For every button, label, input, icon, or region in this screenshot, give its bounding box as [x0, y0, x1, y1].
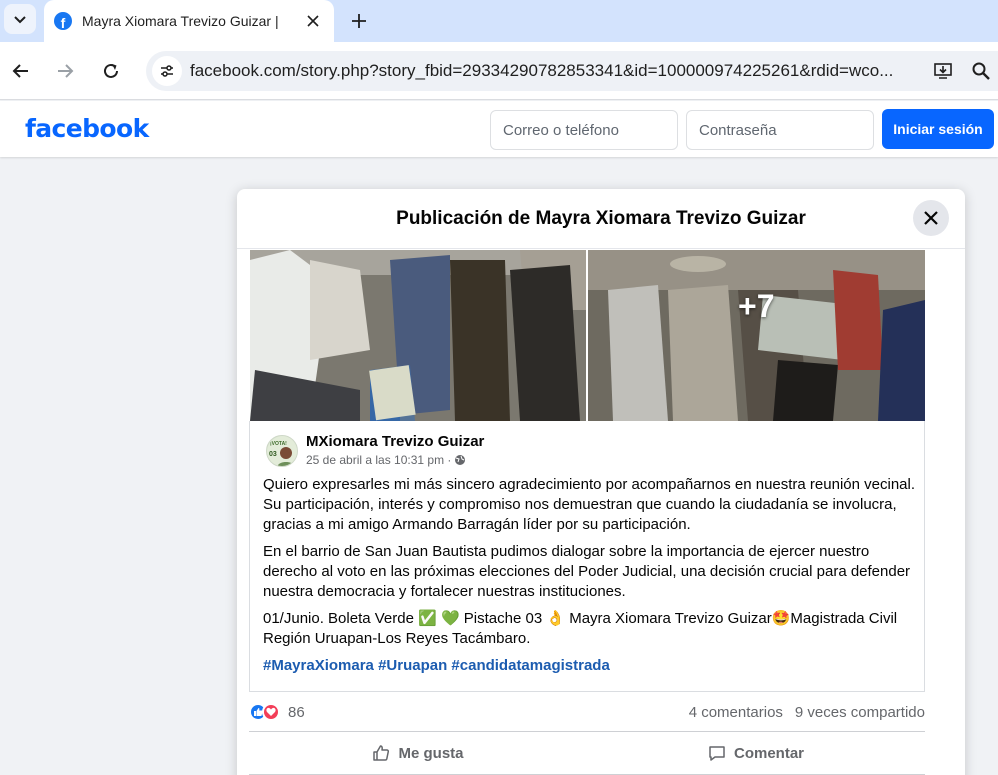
tab-title: Mayra Xiomara Trevizo Guizar |	[82, 13, 279, 29]
post-paragraph: Quiero expresarles mi más sincero agrade…	[263, 476, 916, 533]
post-photo-more[interactable]: +7	[588, 250, 925, 421]
address-bar[interactable]: facebook.com/story.php?story_fbid=293342…	[146, 51, 998, 91]
modal-title: Publicación de Mayra Xiomara Trevizo Gui…	[396, 207, 806, 229]
comment-icon	[709, 746, 725, 761]
tab-close-icon[interactable]	[304, 12, 322, 30]
install-app-icon[interactable]	[928, 56, 958, 86]
comment-button[interactable]: Comentar	[587, 732, 925, 774]
email-field[interactable]	[490, 110, 678, 150]
post-text: Quiero expresarles mi más sincero agrade…	[263, 475, 918, 683]
post-author-row: ¡VOTA! 03 MXiomara Trevizo Guizar 25 de …	[266, 433, 484, 467]
back-button[interactable]	[6, 56, 36, 86]
post-paragraph: 01/Junio. Boleta Verde ✅ 💚 Pistache 03 👌…	[263, 610, 898, 647]
author-name[interactable]: MXiomara Trevizo Guizar	[306, 433, 484, 450]
more-photos-count: +7	[738, 288, 775, 324]
avatar[interactable]: ¡VOTA! 03	[266, 435, 298, 467]
shares-count[interactable]: 9 veces compartido	[795, 704, 925, 721]
login-button[interactable]: Iniciar sesión	[882, 109, 994, 149]
post-timestamp: 25 de abril a las 10:31 pm ·	[306, 453, 484, 467]
thumbs-up-icon	[373, 745, 390, 761]
post-stats: 86 4 comentarios 9 veces compartido	[249, 700, 925, 724]
browser-tab-strip: f Mayra Xiomara Trevizo Guizar |	[0, 0, 998, 42]
reload-button[interactable]	[96, 56, 126, 86]
post-card: ¡VOTA! 03 MXiomara Trevizo Guizar 25 de …	[249, 421, 925, 692]
post-hashtags[interactable]: #MayraXiomara #Uruapan #candidatamagistr…	[263, 656, 918, 676]
forward-button[interactable]	[50, 56, 80, 86]
avatar-badge-text: ¡VOTA!	[270, 441, 287, 447]
like-label: Me gusta	[398, 744, 464, 762]
comment-label: Comentar	[733, 744, 804, 762]
love-reaction-icon[interactable]	[262, 703, 280, 721]
post-modal: Publicación de Mayra Xiomara Trevizo Gui…	[237, 189, 965, 775]
reaction-count[interactable]: 86	[288, 704, 305, 721]
comments-count[interactable]: 4 comentarios	[689, 704, 783, 721]
site-info-icon[interactable]	[152, 56, 182, 86]
facebook-logo[interactable]: facebook	[25, 114, 149, 143]
timestamp-text[interactable]: 25 de abril a las 10:31 pm ·	[306, 453, 451, 467]
zoom-icon[interactable]	[966, 56, 996, 86]
new-tab-button[interactable]	[346, 8, 372, 34]
password-field[interactable]	[686, 110, 874, 150]
close-icon[interactable]	[913, 200, 949, 236]
browser-toolbar: facebook.com/story.php?story_fbid=293342…	[0, 42, 998, 100]
post-paragraph: En el barrio de San Juan Bautista pudimo…	[263, 543, 911, 600]
avatar-number-text: 03	[269, 451, 277, 458]
photo-grid: +7	[250, 250, 925, 421]
like-button[interactable]: Me gusta	[249, 732, 587, 774]
post-actions: Me gusta Comentar	[249, 731, 925, 775]
tab-search-chevron-icon[interactable]	[4, 4, 36, 34]
modal-header: Publicación de Mayra Xiomara Trevizo Gui…	[237, 189, 965, 249]
browser-tab[interactable]: f Mayra Xiomara Trevizo Guizar |	[44, 0, 334, 42]
url-text: facebook.com/story.php?story_fbid=293342…	[190, 61, 894, 80]
post-photo[interactable]	[250, 250, 586, 421]
facebook-header: facebook Iniciar sesión	[0, 101, 998, 157]
globe-icon	[455, 455, 466, 465]
facebook-favicon-icon: f	[54, 12, 72, 30]
